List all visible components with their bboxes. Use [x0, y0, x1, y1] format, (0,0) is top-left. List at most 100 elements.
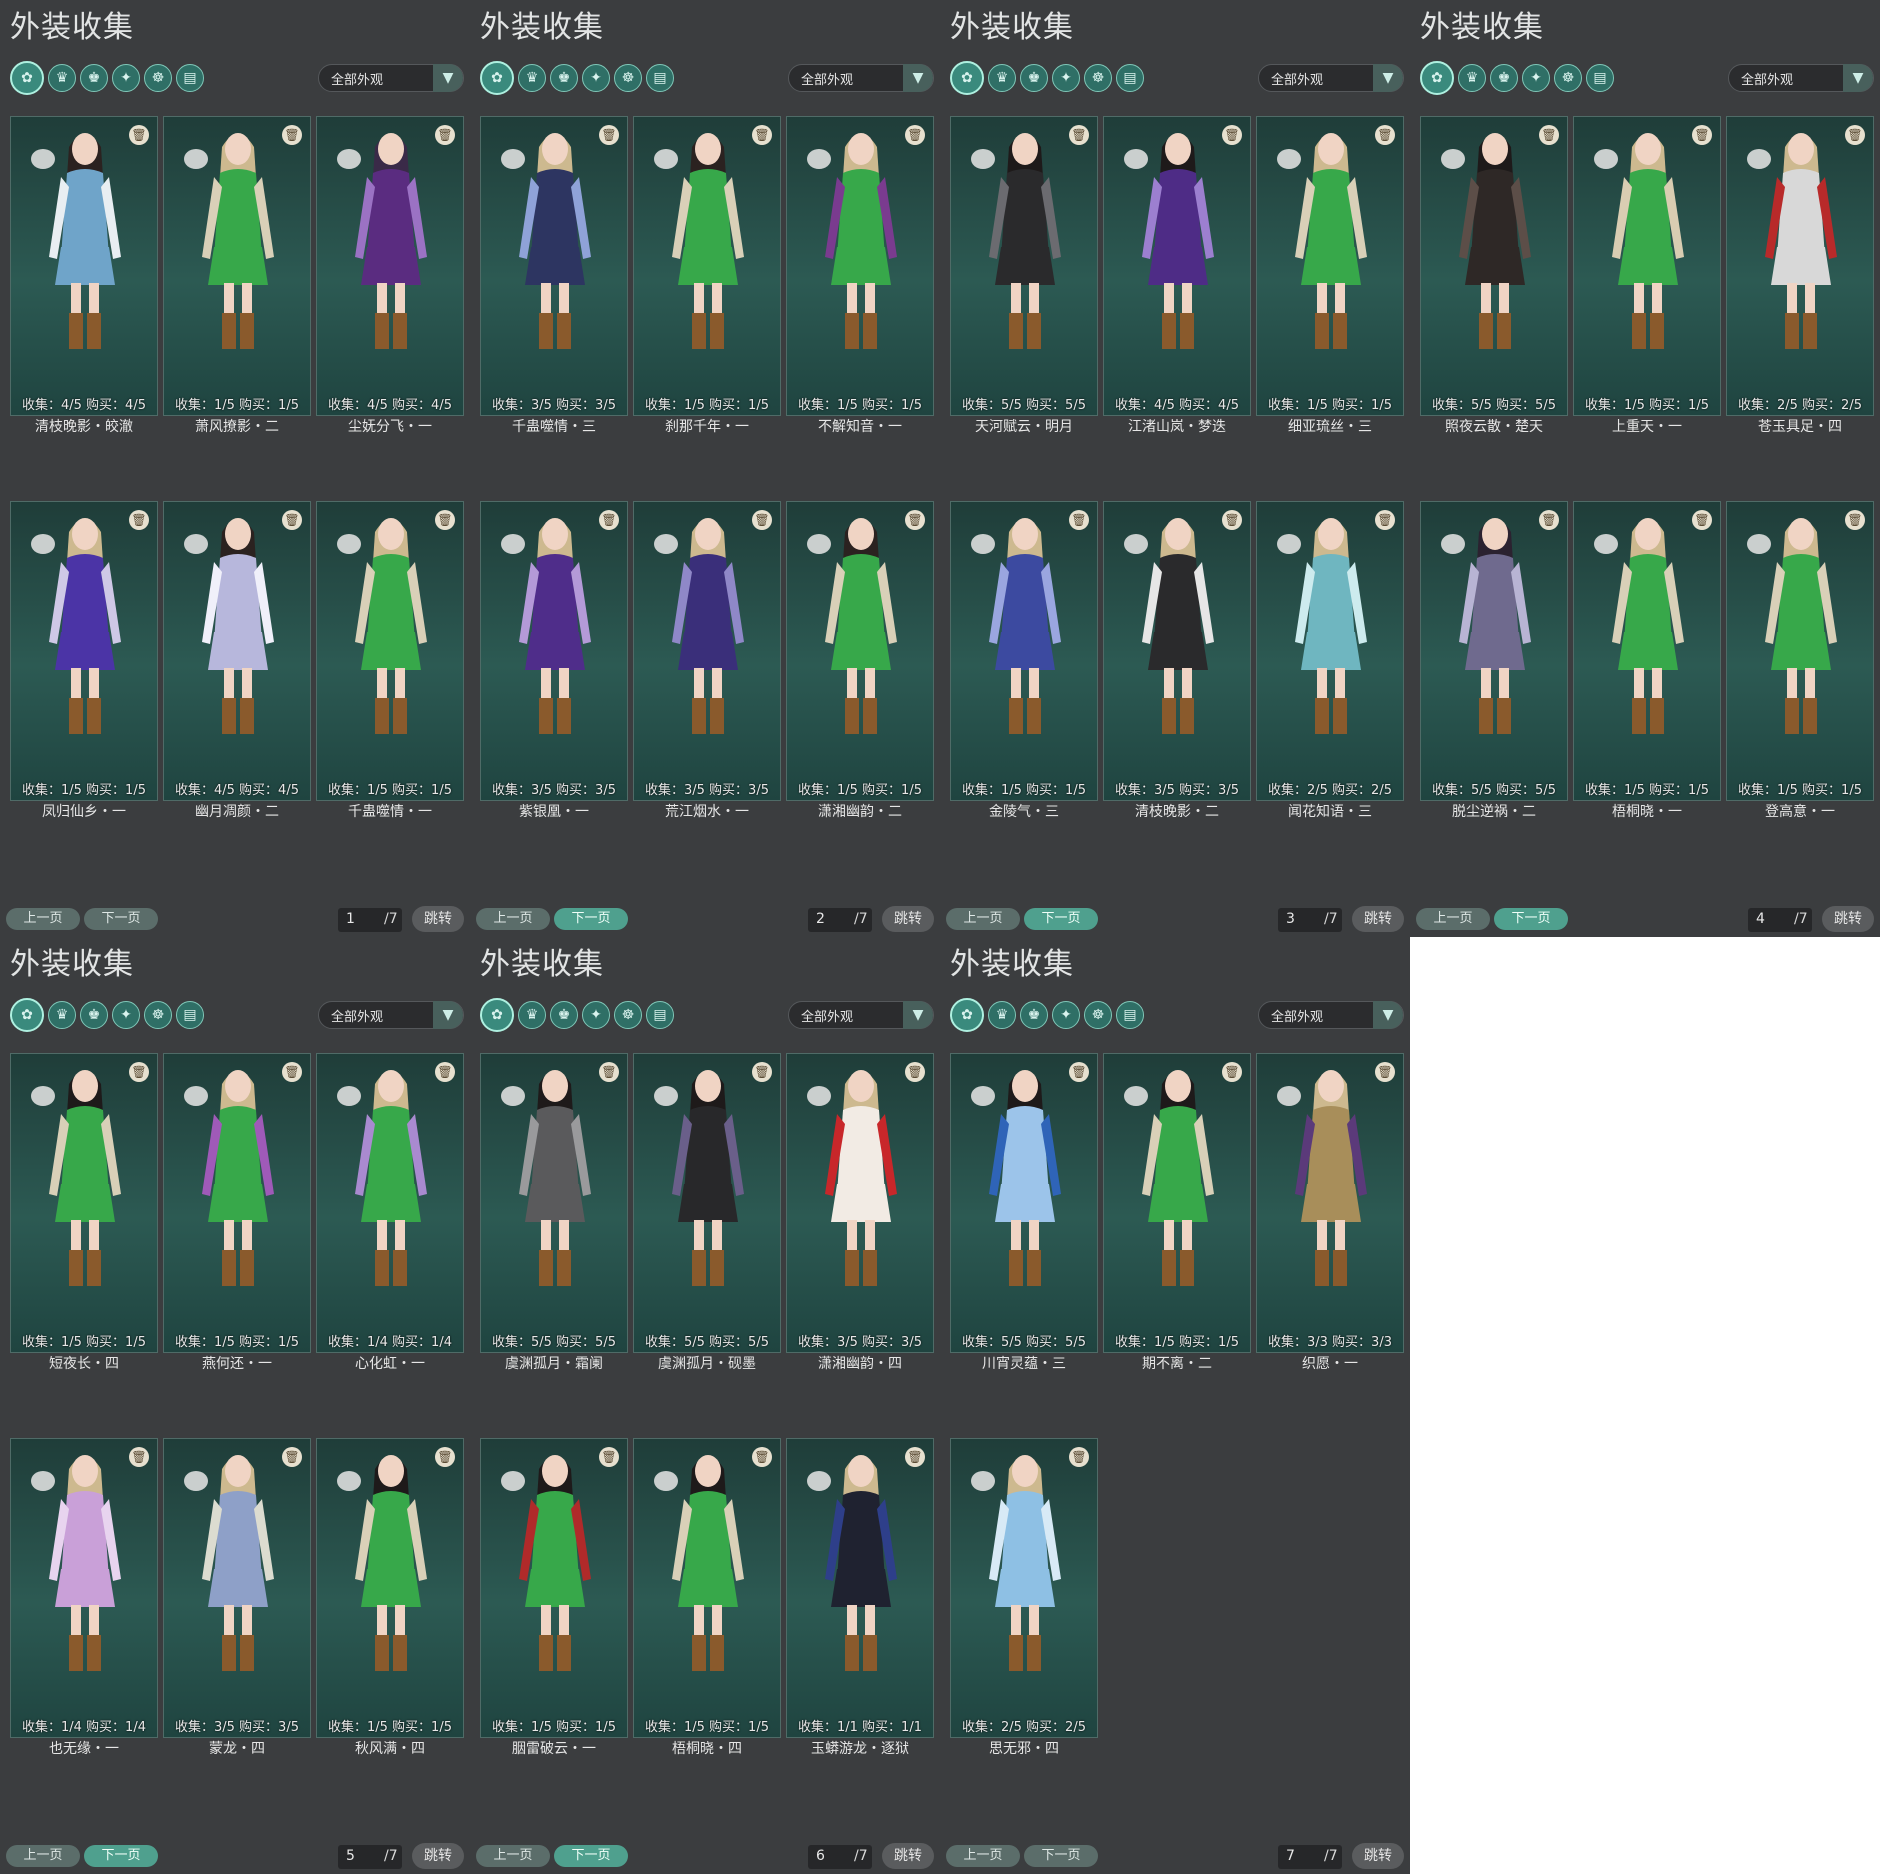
costume-card[interactable]: 🗑 收集：5/5 购买：5/5 — [633, 1053, 781, 1353]
costume-card[interactable]: 🗑 收集：1/1 购买：1/1 — [786, 1438, 934, 1738]
costume-misc-icon[interactable]: ▤ — [646, 64, 674, 92]
costume-accessory-icon[interactable]: ✦ — [1522, 64, 1550, 92]
costume-card[interactable]: 🗑 收集：1/5 购买：1/5 — [480, 1438, 628, 1738]
costume-card[interactable]: 🗑 收集：1/5 购买：1/5 — [1256, 116, 1404, 416]
costume-accessory-icon[interactable]: ✦ — [582, 64, 610, 92]
jump-button[interactable]: 跳转 — [412, 906, 464, 932]
costume-card[interactable]: 🗑 收集：1/5 购买：1/5 — [633, 1438, 781, 1738]
page-input[interactable]: 6/7 — [808, 1845, 872, 1869]
jump-button[interactable]: 跳转 — [882, 906, 934, 932]
costume-hair-icon[interactable]: ♛ — [48, 1001, 76, 1029]
trash-icon[interactable]: 🗑 — [1845, 510, 1865, 530]
next-page-button[interactable]: 下一页 — [1494, 908, 1568, 930]
trash-icon[interactable]: 🗑 — [599, 1062, 619, 1082]
trash-icon[interactable]: 🗑 — [752, 125, 772, 145]
trash-icon[interactable]: 🗑 — [1845, 125, 1865, 145]
costume-card[interactable]: 🗑 收集：3/5 购买：3/5 — [163, 1438, 311, 1738]
costume-all-icon[interactable]: ✿ — [950, 61, 984, 95]
trash-icon[interactable]: 🗑 — [435, 510, 455, 530]
costume-hair-icon[interactable]: ♛ — [48, 64, 76, 92]
costume-top-icon[interactable]: ♚ — [550, 1001, 578, 1029]
costume-top-icon[interactable]: ♚ — [1490, 64, 1518, 92]
jump-button[interactable]: 跳转 — [1352, 906, 1404, 932]
costume-hair-icon[interactable]: ♛ — [518, 1001, 546, 1029]
costume-misc-icon[interactable]: ▤ — [176, 1001, 204, 1029]
trash-icon[interactable]: 🗑 — [905, 510, 925, 530]
prev-page-button[interactable]: 上一页 — [946, 908, 1020, 930]
trash-icon[interactable]: 🗑 — [905, 125, 925, 145]
costume-mask-icon[interactable]: ☸ — [1084, 64, 1112, 92]
trash-icon[interactable]: 🗑 — [1539, 510, 1559, 530]
trash-icon[interactable]: 🗑 — [282, 1447, 302, 1467]
next-page-button[interactable]: 下一页 — [554, 1845, 628, 1867]
costume-card[interactable]: 🗑 收集：3/5 购买：3/5 — [786, 1053, 934, 1353]
costume-card[interactable]: 🗑 收集：2/5 购买：2/5 — [1256, 501, 1404, 801]
costume-top-icon[interactable]: ♚ — [550, 64, 578, 92]
costume-misc-icon[interactable]: ▤ — [176, 64, 204, 92]
chevron-down-icon[interactable]: ▼ — [1843, 64, 1873, 92]
trash-icon[interactable]: 🗑 — [282, 125, 302, 145]
page-input[interactable]: 4/7 — [1748, 908, 1812, 932]
costume-card[interactable]: 🗑 收集：1/4 购买：1/4 — [10, 1438, 158, 1738]
costume-accessory-icon[interactable]: ✦ — [1052, 64, 1080, 92]
costume-accessory-icon[interactable]: ✦ — [582, 1001, 610, 1029]
costume-all-icon[interactable]: ✿ — [480, 998, 514, 1032]
chevron-down-icon[interactable]: ▼ — [903, 64, 933, 92]
trash-icon[interactable]: 🗑 — [129, 125, 149, 145]
trash-icon[interactable]: 🗑 — [1375, 1062, 1395, 1082]
chevron-down-icon[interactable]: ▼ — [1373, 1001, 1403, 1029]
prev-page-button[interactable]: 上一页 — [476, 1845, 550, 1867]
chevron-down-icon[interactable]: ▼ — [433, 1001, 463, 1029]
costume-misc-icon[interactable]: ▤ — [1116, 64, 1144, 92]
prev-page-button[interactable]: 上一页 — [946, 1845, 1020, 1867]
jump-button[interactable]: 跳转 — [882, 1843, 934, 1869]
trash-icon[interactable]: 🗑 — [1692, 510, 1712, 530]
costume-card[interactable]: 🗑 收集：4/5 购买：4/5 — [316, 116, 464, 416]
trash-icon[interactable]: 🗑 — [1375, 125, 1395, 145]
costume-card[interactable]: 🗑 收集：3/5 购买：3/5 — [1103, 501, 1251, 801]
costume-card[interactable]: 🗑 收集：1/5 购买：1/5 — [786, 116, 934, 416]
costume-hair-icon[interactable]: ♛ — [988, 1001, 1016, 1029]
next-page-button[interactable]: 下一页 — [84, 908, 158, 930]
costume-card[interactable]: 🗑 收集：1/5 购买：1/5 — [1726, 501, 1874, 801]
costume-top-icon[interactable]: ♚ — [80, 1001, 108, 1029]
costume-mask-icon[interactable]: ☸ — [1554, 64, 1582, 92]
costume-all-icon[interactable]: ✿ — [950, 998, 984, 1032]
costume-card[interactable]: 🗑 收集：4/5 购买：4/5 — [10, 116, 158, 416]
trash-icon[interactable]: 🗑 — [752, 1062, 772, 1082]
costume-card[interactable]: 🗑 收集：1/5 购买：1/5 — [950, 501, 1098, 801]
costume-all-icon[interactable]: ✿ — [10, 998, 44, 1032]
trash-icon[interactable]: 🗑 — [1069, 125, 1089, 145]
costume-card[interactable]: 🗑 收集：5/5 购买：5/5 — [480, 1053, 628, 1353]
costume-accessory-icon[interactable]: ✦ — [1052, 1001, 1080, 1029]
trash-icon[interactable]: 🗑 — [599, 125, 619, 145]
costume-card[interactable]: 🗑 收集：1/5 购买：1/5 — [316, 1438, 464, 1738]
costume-card[interactable]: 🗑 收集：1/4 购买：1/4 — [316, 1053, 464, 1353]
costume-mask-icon[interactable]: ☸ — [614, 1001, 642, 1029]
trash-icon[interactable]: 🗑 — [599, 1447, 619, 1467]
costume-card[interactable]: 🗑 收集：4/5 购买：4/5 — [163, 501, 311, 801]
appearance-filter-dropdown[interactable]: 全部外观 ▼ — [788, 64, 934, 92]
prev-page-button[interactable]: 上一页 — [6, 908, 80, 930]
costume-misc-icon[interactable]: ▤ — [1586, 64, 1614, 92]
next-page-button[interactable]: 下一页 — [84, 1845, 158, 1867]
chevron-down-icon[interactable]: ▼ — [1373, 64, 1403, 92]
costume-mask-icon[interactable]: ☸ — [144, 1001, 172, 1029]
appearance-filter-dropdown[interactable]: 全部外观 ▼ — [1258, 64, 1404, 92]
costume-card[interactable]: 🗑 收集：3/5 购买：3/5 — [480, 116, 628, 416]
costume-card[interactable]: 🗑 收集：2/5 购买：2/5 — [950, 1438, 1098, 1738]
costume-hair-icon[interactable]: ♛ — [1458, 64, 1486, 92]
trash-icon[interactable]: 🗑 — [1222, 510, 1242, 530]
page-input[interactable]: 3/7 — [1278, 908, 1342, 932]
trash-icon[interactable]: 🗑 — [129, 1062, 149, 1082]
costume-card[interactable]: 🗑 收集：1/5 购买：1/5 — [1573, 116, 1721, 416]
costume-accessory-icon[interactable]: ✦ — [112, 64, 140, 92]
trash-icon[interactable]: 🗑 — [129, 1447, 149, 1467]
chevron-down-icon[interactable]: ▼ — [903, 1001, 933, 1029]
trash-icon[interactable]: 🗑 — [1069, 1447, 1089, 1467]
costume-card[interactable]: 🗑 收集：1/5 购买：1/5 — [163, 1053, 311, 1353]
costume-card[interactable]: 🗑 收集：1/5 购买：1/5 — [316, 501, 464, 801]
appearance-filter-dropdown[interactable]: 全部外观 ▼ — [318, 1001, 464, 1029]
jump-button[interactable]: 跳转 — [1822, 906, 1874, 932]
costume-card[interactable]: 🗑 收集：1/5 购买：1/5 — [1103, 1053, 1251, 1353]
